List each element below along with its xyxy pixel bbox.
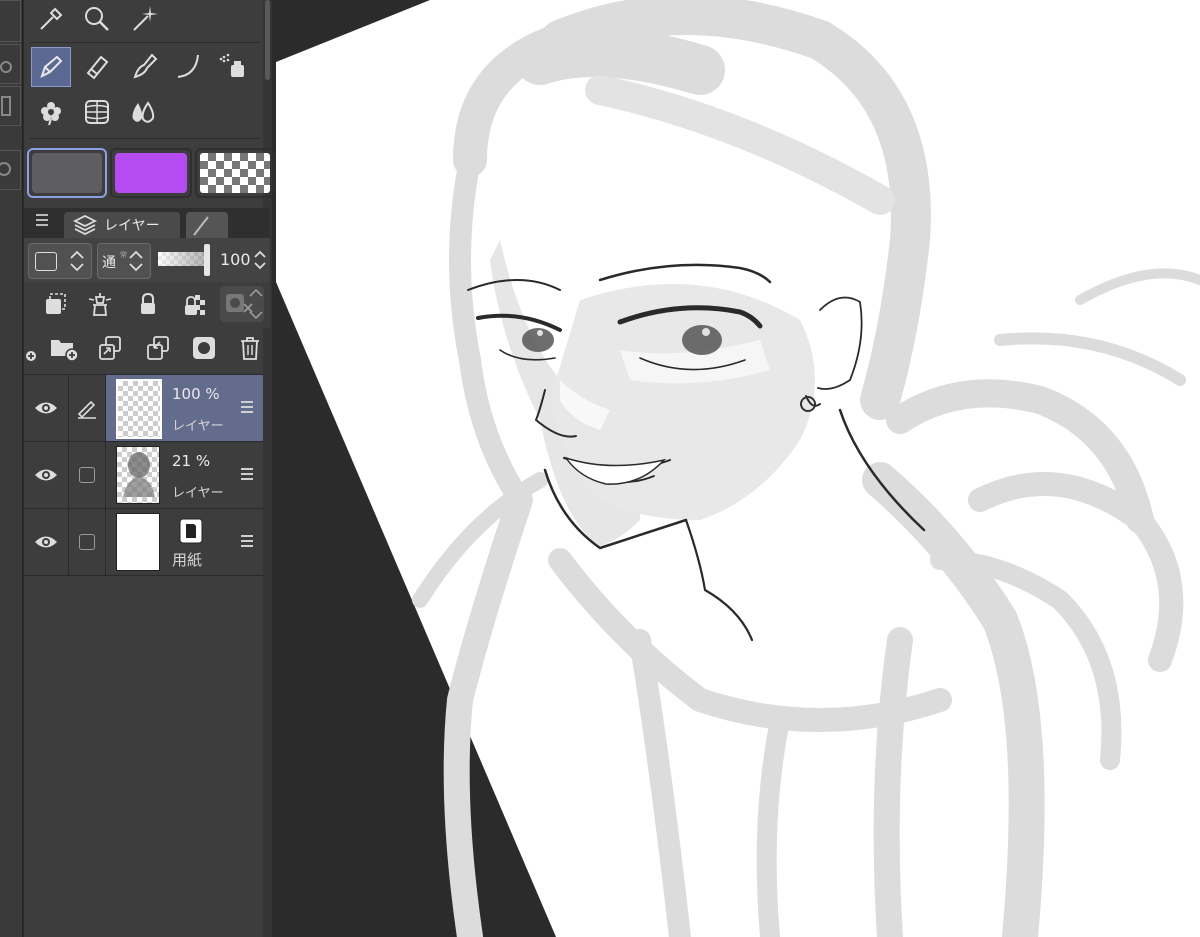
- blend-mode-sub: 常: [120, 251, 127, 259]
- paper-icon: [179, 518, 203, 544]
- layer-menu-icon[interactable]: [241, 468, 253, 483]
- tab-layer[interactable]: レイヤー: [64, 212, 180, 238]
- panel-scrollbar[interactable]: [263, 0, 272, 937]
- layer-name: 用紙: [172, 551, 203, 569]
- eye-icon: [35, 402, 57, 414]
- eye-icon: [35, 536, 57, 548]
- reference-layer-icon[interactable]: [84, 288, 116, 320]
- merge-to-lower-layer-icon[interactable]: [142, 332, 174, 364]
- new-folder-icon[interactable]: [48, 332, 80, 364]
- layer-checkbox[interactable]: [78, 534, 95, 550]
- layer-visibility-toggle[interactable]: [24, 375, 69, 441]
- layer-thumbnail: [116, 446, 160, 504]
- opacity-value[interactable]: 100: [220, 250, 251, 269]
- tab-tool-property[interactable]: [186, 212, 228, 238]
- lock-transparent-pixels-icon[interactable]: [178, 288, 210, 320]
- layer-row[interactable]: 100 % レイヤー: [24, 375, 263, 442]
- main-color-swatch[interactable]: [27, 148, 107, 198]
- brush-icon[interactable]: [126, 47, 164, 85]
- layer-row[interactable]: 用紙: [24, 509, 263, 576]
- strip-settings-button[interactable]: [0, 44, 21, 84]
- layer-mask-icon[interactable]: [188, 332, 220, 364]
- layer-edit-target[interactable]: [68, 375, 106, 441]
- left-tool-strip: [0, 0, 23, 937]
- layer-name: レイヤー: [172, 486, 224, 501]
- brush-icon: [193, 216, 209, 236]
- layer-row[interactable]: 21 % レイヤー: [24, 442, 263, 509]
- mask-toggle-button[interactable]: [220, 286, 264, 322]
- layer-checkbox[interactable]: [78, 467, 95, 483]
- layer-thumbnail: [116, 379, 162, 439]
- delete-layer-icon[interactable]: [234, 332, 266, 364]
- layer-menu-icon[interactable]: [241, 401, 253, 416]
- stepper-icon: [129, 250, 143, 272]
- blend-mode-selector[interactable]: 通 常: [97, 243, 151, 279]
- layer-menu-icon[interactable]: [241, 535, 253, 550]
- pen-icon: [40, 55, 63, 78]
- decoration-icon[interactable]: [32, 93, 70, 131]
- strip-layout-button[interactable]: [0, 86, 21, 126]
- layer-panel-tabs: レイヤー: [24, 208, 270, 238]
- layer-actions-row: [0, 328, 270, 372]
- magnifier-icon[interactable]: [78, 0, 116, 38]
- panel-menu-icon[interactable]: [36, 214, 48, 226]
- layer-edit-target[interactable]: [68, 509, 106, 575]
- transparent-color-swatch[interactable]: [195, 148, 275, 198]
- stepper-icon: [70, 250, 84, 272]
- opacity-stepper-icon[interactable]: [253, 248, 267, 272]
- layer-visibility-toggle[interactable]: [24, 509, 69, 575]
- layers-icon: [72, 214, 98, 236]
- perspective-ruler-icon[interactable]: [78, 93, 116, 131]
- lock-icon[interactable]: [132, 288, 164, 320]
- layer-controls-row: 通 常 100: [24, 238, 270, 282]
- opacity-slider[interactable]: [158, 252, 208, 266]
- eye-icon: [35, 469, 57, 481]
- layer-visibility-toggle[interactable]: [24, 442, 69, 508]
- layer-options-row: [24, 282, 270, 328]
- curve-icon[interactable]: [170, 47, 208, 85]
- sub-color-swatch[interactable]: [110, 148, 192, 198]
- spray-icon[interactable]: [214, 47, 252, 85]
- pen-tool-button[interactable]: [31, 47, 71, 87]
- layer-opacity: 21 %: [172, 452, 211, 470]
- eraser-icon[interactable]: [78, 47, 116, 85]
- layer-color-selector[interactable]: [28, 243, 92, 279]
- fill-drops-icon[interactable]: [124, 93, 162, 131]
- layer-thumbnail: [116, 513, 160, 571]
- mask-off-icon: [226, 288, 263, 320]
- strip-search-button[interactable]: [0, 150, 21, 190]
- layer-edit-target[interactable]: [68, 442, 106, 508]
- clipping-icon[interactable]: [40, 288, 72, 320]
- new-layer-icon[interactable]: [14, 332, 46, 364]
- pencil-icon: [77, 400, 96, 419]
- transfer-to-lower-layer-icon[interactable]: [94, 332, 126, 364]
- magic-wand-icon[interactable]: [126, 0, 164, 38]
- tab-layer-label: レイヤー: [104, 218, 160, 234]
- layer-name: レイヤー: [172, 419, 224, 434]
- opacity-slider-handle[interactable]: [204, 244, 210, 276]
- blend-mode-label: 通: [102, 255, 116, 271]
- eyedropper-icon[interactable]: [32, 0, 70, 38]
- layer-opacity: 100 %: [172, 385, 220, 403]
- strip-button[interactable]: [0, 0, 21, 42]
